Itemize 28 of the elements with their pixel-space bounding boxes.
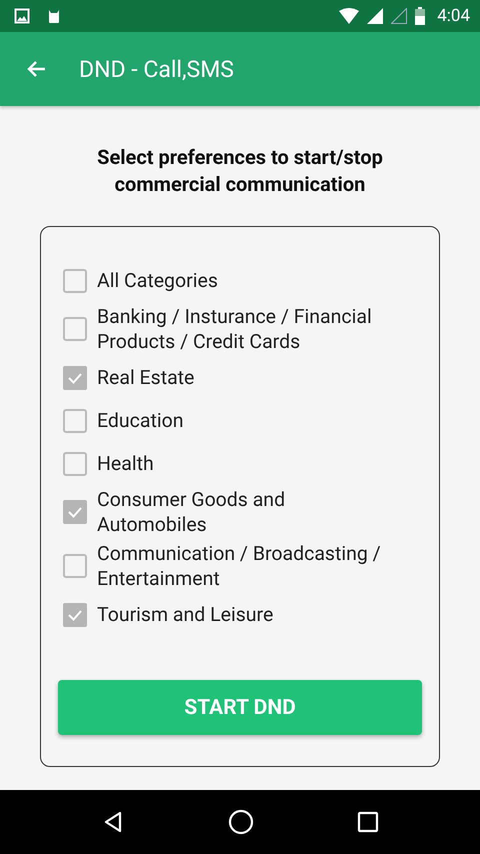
checkbox[interactable] [63, 452, 87, 476]
image-icon [14, 8, 30, 24]
checkbox[interactable] [63, 366, 87, 390]
category-label: Consumer Goods and Automobiles [97, 487, 286, 537]
checkbox[interactable] [63, 268, 87, 292]
wifi-icon [339, 8, 360, 24]
home-icon[interactable] [228, 809, 254, 835]
category-label: Health [97, 451, 154, 476]
category-label: Real Estate [97, 365, 194, 390]
signal-icon [391, 8, 408, 24]
category-label: Education [97, 408, 184, 433]
screen-title: DND - Call,SMS [79, 56, 234, 82]
battery-icon [415, 7, 426, 25]
checkbox[interactable] [63, 317, 87, 341]
recents-icon[interactable] [356, 811, 379, 833]
checkbox[interactable] [63, 500, 87, 524]
category-label: Communication / Broadcasting / Entertainment [97, 541, 382, 591]
checkbox[interactable] [63, 554, 87, 578]
android-icon [46, 8, 62, 24]
checkbox[interactable] [63, 602, 87, 626]
start-dnd-button[interactable]: START DND [58, 680, 422, 735]
category-label: Tourism and Leisure [97, 602, 274, 627]
category-label: Banking / Insturance / Financial Products / Credit Cards [97, 304, 373, 354]
category-label: All Categories [97, 268, 218, 293]
heading-text: Select preferences to start/stop commercial communication [96, 144, 384, 198]
clock-text: 4:04 [437, 6, 470, 26]
signal-icon [367, 8, 384, 24]
checkbox[interactable] [63, 408, 87, 432]
